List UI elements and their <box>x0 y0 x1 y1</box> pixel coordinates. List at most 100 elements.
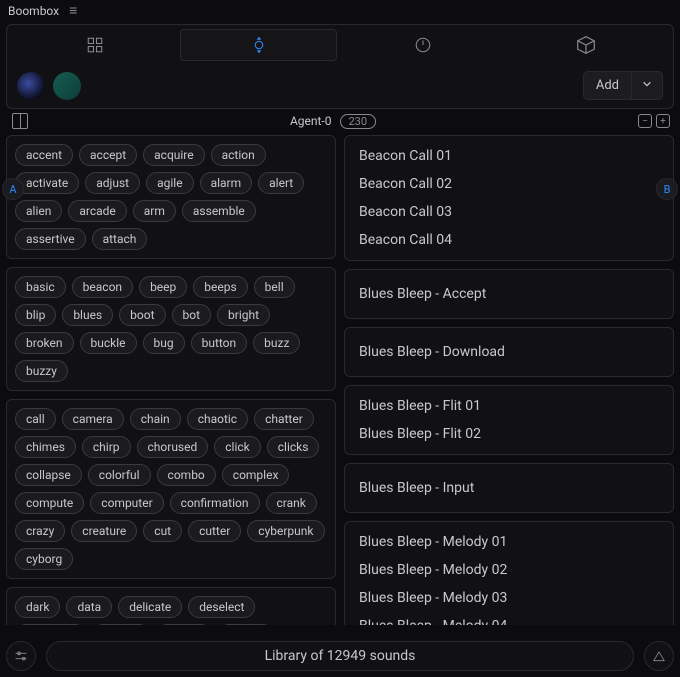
agent-bar: Agent-0 230 − + <box>0 109 680 135</box>
tag[interactable]: designed <box>15 624 86 625</box>
tag[interactable]: assertive <box>15 228 86 250</box>
tag[interactable]: cutter <box>188 520 241 542</box>
tag[interactable]: detect <box>156 624 212 625</box>
tag[interactable]: buzzy <box>15 360 68 382</box>
tag[interactable]: broken <box>15 332 74 354</box>
tag[interactable]: activate <box>15 172 79 194</box>
tab-timer[interactable] <box>345 29 500 61</box>
tab-package[interactable] <box>508 29 663 61</box>
sound-item[interactable]: Blues Bleep - Input <box>345 470 673 506</box>
tag[interactable]: chatter <box>254 408 314 430</box>
tag[interactable]: dark <box>15 596 60 618</box>
tag[interactable]: boot <box>119 304 165 326</box>
sound-item[interactable]: Blues Bleep - Melody 02 <box>345 556 673 584</box>
column-badge-a[interactable]: A <box>2 178 24 200</box>
sound-group: Blues Bleep - Melody 01Blues Bleep - Mel… <box>344 521 674 625</box>
tag[interactable]: delicate <box>118 596 182 618</box>
sound-group: Blues Bleep - Download <box>344 327 674 377</box>
tag[interactable]: alien <box>15 200 62 222</box>
avatar-2[interactable] <box>53 72 81 100</box>
top-panel: Add <box>6 24 674 109</box>
tag[interactable]: collapse <box>15 464 82 486</box>
tag[interactable]: combo <box>157 464 216 486</box>
sound-item[interactable]: Blues Bleep - Melody 04 <box>345 612 673 625</box>
sound-item[interactable]: Beacon Call 03 <box>345 198 673 226</box>
avatar-1[interactable] <box>17 72 45 100</box>
tag[interactable]: colorful <box>88 464 151 486</box>
tag[interactable]: beep <box>139 276 187 298</box>
tag[interactable]: beeps <box>193 276 247 298</box>
zoom-in[interactable]: + <box>656 114 670 128</box>
tag[interactable]: basic <box>15 276 66 298</box>
tag[interactable]: bell <box>254 276 295 298</box>
tag[interactable]: cut <box>143 520 182 542</box>
tag[interactable]: chorused <box>137 436 209 458</box>
tag[interactable]: crank <box>266 492 317 514</box>
menu-icon[interactable]: ≡ <box>69 4 77 18</box>
tag[interactable]: deselect <box>188 596 255 618</box>
tag[interactable]: detach <box>92 624 150 625</box>
sound-item[interactable]: Blues Bleep - Accept <box>345 276 673 312</box>
sound-item[interactable]: Blues Bleep - Melody 03 <box>345 584 673 612</box>
tag[interactable]: buzz <box>253 332 300 354</box>
agent-count: 230 <box>340 114 377 129</box>
tag[interactable]: bug <box>143 332 185 354</box>
library-bar[interactable]: Library of 12949 sounds <box>46 641 634 671</box>
tag[interactable]: click <box>214 436 260 458</box>
tag[interactable]: camera <box>62 408 124 430</box>
tag[interactable]: arcade <box>68 200 126 222</box>
tag[interactable]: confirmation <box>170 492 260 514</box>
tag[interactable]: attach <box>92 228 148 250</box>
tag[interactable]: creature <box>71 520 137 542</box>
tag[interactable]: alarm <box>200 172 253 194</box>
tag[interactable]: complex <box>222 464 290 486</box>
tag[interactable]: adjust <box>85 172 140 194</box>
sounds-column: Beacon Call 01Beacon Call 02Beacon Call … <box>344 135 674 625</box>
sound-item[interactable]: Blues Bleep - Flit 01 <box>345 392 673 420</box>
sound-item[interactable]: Blues Bleep - Download <box>345 334 673 370</box>
tag[interactable]: data <box>66 596 112 618</box>
tag[interactable]: compute <box>15 492 84 514</box>
tag[interactable]: agile <box>146 172 193 194</box>
avatar-strip: Add <box>7 65 673 108</box>
tag[interactable]: clicks <box>267 436 320 458</box>
tag[interactable]: button <box>191 332 248 354</box>
tag[interactable]: assemble <box>182 200 256 222</box>
tag[interactable]: chain <box>130 408 181 430</box>
tag[interactable]: blues <box>62 304 113 326</box>
tag[interactable]: chaotic <box>187 408 248 430</box>
tag[interactable]: action <box>211 144 266 166</box>
tag[interactable]: chirp <box>82 436 131 458</box>
tag[interactable]: bright <box>217 304 270 326</box>
tag[interactable]: acquire <box>143 144 204 166</box>
sound-item[interactable]: Beacon Call 01 <box>345 142 673 170</box>
tag[interactable]: buckle <box>80 332 137 354</box>
add-dropdown[interactable] <box>631 72 662 99</box>
settings-button[interactable] <box>6 641 36 671</box>
tag[interactable]: device <box>218 624 274 625</box>
add-button[interactable]: Add <box>584 72 631 99</box>
tag[interactable]: alert <box>258 172 304 194</box>
tab-grid[interactable] <box>17 29 172 61</box>
zoom-out[interactable]: − <box>638 114 652 128</box>
tag[interactable]: bot <box>172 304 212 326</box>
tag[interactable]: cyberpunk <box>247 520 324 542</box>
column-badge-b[interactable]: B <box>656 178 678 200</box>
tag[interactable]: call <box>15 408 56 430</box>
tag[interactable]: computer <box>90 492 163 514</box>
tag[interactable]: blip <box>15 304 56 326</box>
tab-tune[interactable] <box>180 29 337 61</box>
sound-item[interactable]: Blues Bleep - Melody 01 <box>345 528 673 556</box>
collapse-button[interactable] <box>644 641 674 671</box>
sound-item[interactable]: Beacon Call 02 <box>345 170 673 198</box>
layout-toggle-icon[interactable] <box>12 113 28 129</box>
tag[interactable]: arm <box>133 200 176 222</box>
tag[interactable]: cyborg <box>15 548 73 570</box>
tag[interactable]: accept <box>79 144 137 166</box>
tag[interactable]: crazy <box>15 520 65 542</box>
tag[interactable]: accent <box>15 144 73 166</box>
sound-item[interactable]: Blues Bleep - Flit 02 <box>345 420 673 448</box>
sound-item[interactable]: Beacon Call 04 <box>345 226 673 254</box>
tag[interactable]: beacon <box>72 276 133 298</box>
tag[interactable]: chimes <box>15 436 76 458</box>
